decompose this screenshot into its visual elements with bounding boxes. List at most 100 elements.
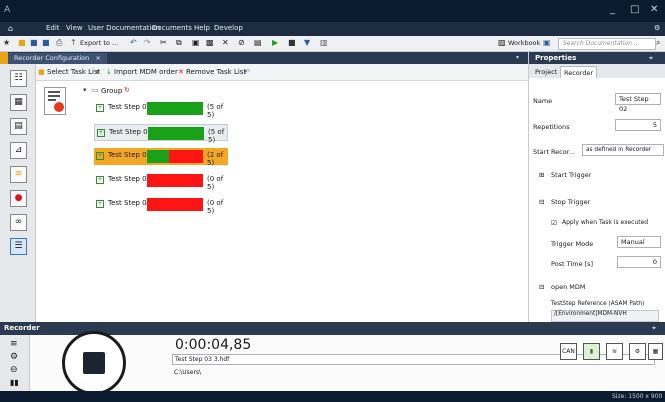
menu-develop[interactable]: Develop [214,24,243,32]
select-task-list-button[interactable]: Select Task List [47,68,100,76]
menu-icon[interactable]: ≡ [10,339,18,349]
refresh-icon[interactable]: ↻ [124,86,130,94]
play-icon[interactable]: ▶ [272,38,278,47]
settings-gears-icon[interactable]: ⚙ [629,343,646,360]
menu-user-documentation[interactable]: User Documentation [88,24,160,32]
star-icon[interactable]: ★ [3,38,10,47]
stop-icon[interactable]: ■ [288,38,296,47]
pin-icon[interactable]: ⌖ [649,54,653,63]
import-mdm-button[interactable]: Import MDM order [114,68,178,76]
delete-icon[interactable]: ✕ [222,38,229,47]
close-button[interactable]: ✕ [650,4,658,15]
export-icon[interactable]: ↑ [70,38,77,47]
pin-icon[interactable]: ⌖ [652,324,656,333]
channel-config-icon[interactable]: ▦ [10,94,27,111]
tab-close-icon[interactable]: × [95,54,100,62]
menu-edit[interactable]: Edit [46,24,60,32]
battery-icon[interactable]: ▮ [583,343,600,360]
minus-icon[interactable]: ⊖ [10,365,18,375]
test-step-row[interactable]: + Test Step 05 (0 of 5) [94,196,228,215]
menu-documents[interactable]: Documents [152,24,192,32]
list-config-icon[interactable]: ☷ [10,70,27,87]
cut-icon[interactable]: ✂ [160,38,167,47]
gear-icon[interactable]: ⚙ [10,352,18,362]
tab-project[interactable]: Project [532,66,560,78]
group-expand-icon[interactable]: ▾ [83,86,87,94]
stop-trigger-label: Stop Trigger [551,198,591,206]
search-icon[interactable]: ⌕ [656,38,660,48]
layout-icon[interactable]: ▣ [543,38,551,47]
test-step-checkbox-icon[interactable]: + [96,152,104,160]
group-label[interactable]: Group [101,87,122,95]
test-step-checkbox-icon[interactable]: + [96,104,104,112]
undo-icon-small[interactable]: ↶ [244,68,250,76]
tab-recorder[interactable]: Recorder [560,66,598,78]
name-field[interactable]: Test Step 02 [615,93,661,113]
import-icon: ↓ [106,68,112,76]
stop-trigger-collapse-icon[interactable]: ⊟ [539,198,544,206]
start-trigger-expand-icon[interactable]: ⊞ [539,171,544,179]
cancel-icon[interactable]: ⊘ [238,38,245,47]
device-icon[interactable]: ▤ [10,118,27,135]
home-icon[interactable]: ⌂ [8,24,13,33]
trigger-mode-select[interactable]: Manual [617,236,661,248]
print-icon[interactable]: ⎙ [56,38,62,48]
repetitions-field[interactable]: 5 [615,119,661,131]
save-icon[interactable]: ■ [30,38,38,47]
grid-icon[interactable]: ▦ [648,343,663,360]
document-tabs: Recorder Configuration × ▾ [0,52,528,64]
post-time-field[interactable]: 0 [617,256,661,268]
task-list-icon[interactable]: ☰ [10,238,27,255]
repetitions-label: Repetitions [533,123,570,131]
gear-icon[interactable]: ⚙ [654,24,660,32]
save-as-icon[interactable]: ■ [42,38,50,47]
export-to-button[interactable]: Export to ... [80,39,118,47]
workbook-dropdown[interactable]: Workbook [508,39,540,47]
can-icon[interactable]: CAN [560,343,577,360]
record-stop-button[interactable] [62,331,126,395]
record-icon[interactable]: ● [10,190,27,207]
apply-checkbox[interactable]: ☑ [551,219,557,227]
window-icon[interactable]: ▤ [254,38,262,47]
tab-recorder-configuration[interactable]: Recorder Configuration × [8,53,107,64]
test-step-checkbox-icon[interactable]: + [96,176,104,184]
screenshot-icon[interactable]: ▩ [206,38,214,47]
menu-view[interactable]: View [66,24,83,32]
layers-icon[interactable]: ≋ [606,343,623,360]
menu-help[interactable]: Help [194,24,210,32]
chevron-down-icon[interactable]: ▾ [516,54,519,61]
undo-icon[interactable]: ↶ [130,38,137,47]
search-input[interactable]: Search Documentation ... [563,40,640,47]
progress-done-segment [148,127,204,140]
search-box[interactable]: Search Documentation ... [558,38,656,50]
teststep-ref-field[interactable]: /[Environment]MDM-NVH [551,310,659,322]
layers-icon[interactable]: ≋ [10,166,27,183]
filter-icon[interactable]: ▼ [304,38,310,47]
test-step-row[interactable]: + Test Step 04 (0 of 5) [94,172,228,191]
start-trigger-label: Start Trigger [551,171,592,179]
dropdown-arrow-icon[interactable]: ▾ [96,68,100,76]
test-step-checkbox-icon[interactable]: + [96,200,104,208]
test-step-row[interactable]: + Test Step 03 (2 of 5) [94,148,228,167]
test-step-checkbox-icon[interactable]: + [97,129,105,137]
task-list-icon-small: ■ [38,68,45,76]
table-icon[interactable]: ▥ [320,38,328,47]
workbook-icon[interactable]: ▨ [498,38,506,47]
analysis-icon[interactable]: ∞ [10,214,27,231]
open-mdm-collapse-icon[interactable]: ⊟ [539,283,544,291]
signal-icon[interactable]: ⊿ [10,142,27,159]
test-step-row[interactable]: + Test Step 01 (5 of 5) [94,100,228,119]
test-step-row[interactable]: + Test Step 02 (5 of 5) [94,124,228,144]
bars-icon[interactable]: ▮▮ [10,378,19,387]
paste-icon[interactable]: ▣ [192,38,200,47]
properties-title: Properties [535,54,577,62]
properties-tabs: Project Recorder [529,64,665,78]
remove-task-list-button[interactable]: Remove Task List [186,68,246,76]
redo-icon[interactable]: ↷ [144,38,151,47]
folder-open-icon[interactable]: ■ [18,38,26,47]
minimize-button[interactable]: _ [610,4,615,15]
start-recorder-select[interactable]: as defined in Recorder [582,144,664,156]
copy-icon[interactable]: ⧉ [176,38,182,48]
test-step-progress-bar [147,102,203,115]
maximize-button[interactable]: □ [630,4,639,15]
